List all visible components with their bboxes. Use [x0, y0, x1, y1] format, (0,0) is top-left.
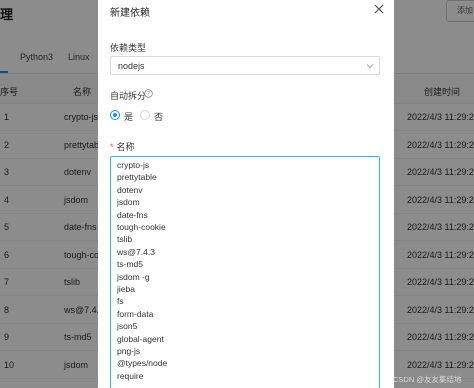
chevron-down-icon [366, 62, 374, 70]
modal-header: 新建依赖 [98, 0, 394, 22]
dependency-name-line: fs [117, 296, 124, 307]
dependency-type-value: nodejs [118, 61, 145, 71]
dependency-name-line: dotenv [117, 184, 143, 195]
dependency-name-line: tough-cookie [117, 222, 166, 232]
dependency-name-line: jsdom -g [117, 271, 150, 282]
radio-no-label: 否 [154, 112, 164, 122]
dependency-name-line: form-data [117, 308, 154, 319]
required-mark: * [110, 142, 114, 152]
dependency-name-line: jsdom [117, 197, 140, 208]
dependency-name-line: tslib [117, 234, 133, 245]
watermark: CSDN @友友集结地 [393, 375, 462, 384]
dependency-name-line: crypto-js [117, 160, 150, 170]
modal-title: 新建依赖 [110, 8, 150, 19]
radio-checked-icon [110, 110, 120, 120]
auto-split-label: 自动拆分 [110, 91, 147, 101]
radio-yes-label: 是 [124, 112, 134, 122]
close-icon[interactable] [372, 2, 386, 16]
name-field-label: * 名称 [110, 140, 135, 153]
dependency-name-line: png-js [117, 346, 141, 356]
radio-unchecked-icon [140, 110, 150, 120]
dependency-type-select[interactable]: nodejs [110, 56, 380, 75]
dependency-name-line: ws@7.4.3 [117, 246, 155, 257]
dependency-name-line: prettytable [117, 172, 157, 183]
dependency-type-label: 依赖类型 [110, 43, 147, 53]
svg-text:?: ? [147, 91, 150, 98]
question-circle-icon[interactable]: ? [144, 89, 153, 98]
dependency-name-line: require [117, 370, 144, 381]
auto-split-yes-radio[interactable]: 是 [110, 109, 140, 123]
name-label-text: 名称 [116, 142, 135, 152]
dependency-name-line: ts-md5 [117, 259, 143, 270]
dependency-name-line: @types/node [117, 358, 168, 369]
dependency-name-line: date-fns [117, 209, 148, 220]
auto-split-no-radio[interactable]: 否 [140, 109, 170, 123]
dependency-name-line: global-agent [117, 333, 164, 344]
dependency-name-line: json5 [117, 321, 138, 332]
dependency-name-line: jieba [117, 284, 135, 294]
new-dependency-modal: 新建依赖 依赖类型 nodejs 自动拆分 ? 是 否 * 名称 crypto-j… [98, 0, 394, 388]
names-textarea[interactable]: crypto-js prettytable dotenv jsdom date-fns t… [110, 156, 380, 388]
